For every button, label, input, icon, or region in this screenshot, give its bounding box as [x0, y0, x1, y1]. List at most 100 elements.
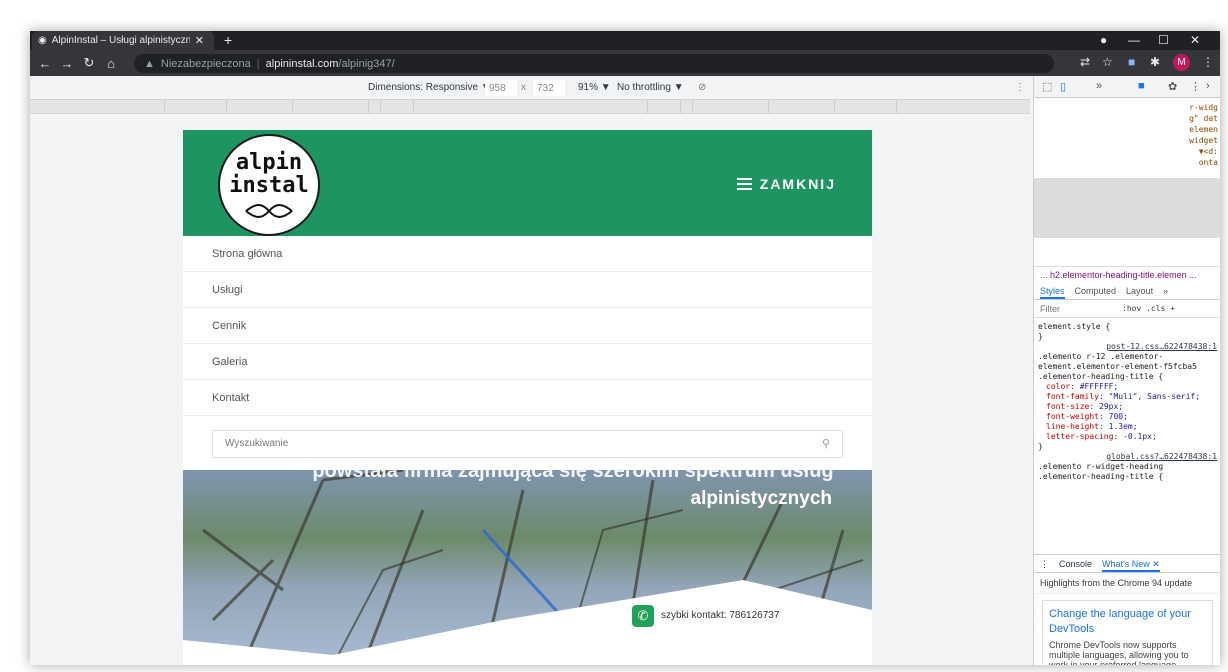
- nav-item-services[interactable]: Usługi: [183, 272, 872, 308]
- filter-input[interactable]: Filter: [1040, 304, 1060, 314]
- rule-source-link[interactable]: post-12.css…622478438:1: [1038, 342, 1217, 352]
- home-icon[interactable]: ⌂: [100, 56, 122, 71]
- devtools-toolbar: ⬚ ▯ » ■ ✿ ⋮ ›: [1034, 76, 1220, 98]
- nav-item-contact[interactable]: Kontakt: [183, 380, 872, 416]
- inspect-icon[interactable]: ⬚: [1042, 80, 1052, 93]
- nav-item-gallery[interactable]: Galeria: [183, 344, 872, 380]
- bookmark-star-icon[interactable]: ☆: [1102, 55, 1113, 69]
- dom-line: onta: [1198, 158, 1218, 167]
- devtools-menu-icon[interactable]: ⋮: [1190, 80, 1201, 93]
- css-prop-line[interactable]: color: #FFFFFF;: [1038, 382, 1217, 392]
- omnibox[interactable]: ▲ Niezabezpieczona | alpininstal.com/alp…: [134, 54, 1054, 73]
- elements-tree[interactable]: r-widg g" dat elemen widget ▼<d: onta: [1034, 98, 1220, 258]
- logo-line1: alpin: [235, 150, 303, 175]
- devtools-drawer: ⋮ Console What's New ✕ Highlights from t…: [1034, 554, 1220, 665]
- nav-menu: Strona główna Usługi Cennik Galeria Kont…: [183, 236, 872, 416]
- url-path: /alpinig347/: [338, 57, 395, 70]
- css-prop-line[interactable]: font-weight: 700;: [1038, 412, 1217, 422]
- browser-menu-icon[interactable]: ⋮: [1202, 55, 1214, 69]
- gear-icon[interactable]: ✿: [1168, 80, 1177, 93]
- rule-end: }: [1038, 332, 1043, 341]
- css-prop-line[interactable]: font-size: 29px;: [1038, 402, 1217, 412]
- card-body: Chrome DevTools now supports multiple la…: [1049, 640, 1189, 665]
- breadcrumb[interactable]: ... h2.elementor-heading-title.elemen ..…: [1034, 266, 1220, 282]
- translate-icon[interactable]: ⇄: [1080, 55, 1090, 69]
- hero-text-line1: powstała firma zajmująca się szerokim sp…: [312, 470, 834, 482]
- phone-icon[interactable]: ✆: [632, 605, 654, 627]
- rotate-icon[interactable]: ⊘: [698, 82, 706, 93]
- maximize-icon[interactable]: ☐: [1158, 31, 1169, 50]
- dom-line: elemen: [1189, 125, 1218, 134]
- browser-window: ◉ AlpinInstal – Usługi alpinistyczne ✕ +…: [30, 31, 1220, 665]
- security-label: Niezabezpieczona: [160, 57, 251, 70]
- tab-console[interactable]: Console: [1059, 555, 1092, 572]
- dom-line: r-widg: [1189, 103, 1218, 112]
- rope-knot-icon: [245, 204, 293, 218]
- avatar[interactable]: M: [1173, 54, 1190, 71]
- toolbar-more-icon[interactable]: ⋮: [1015, 82, 1025, 93]
- browser-tab[interactable]: ◉ AlpinInstal – Usługi alpinistyczne ✕: [32, 31, 214, 50]
- warning-icon: ▲: [144, 57, 155, 70]
- dom-line: g" dat: [1189, 114, 1218, 123]
- site-logo[interactable]: alpin instal: [218, 134, 320, 236]
- filter-tools[interactable]: :hov .cls +: [1122, 300, 1175, 318]
- device-toolbar: Dimensions: Responsive ▼ x 91% ▼ No thro…: [30, 76, 1030, 100]
- selected-node-highlight: [1034, 178, 1220, 238]
- hero-section: powstała firma zajmująca się szerokim sp…: [183, 470, 872, 665]
- page-viewport: alpin instal ZAMKNIJ Strona główna Usług…: [183, 130, 872, 665]
- width-input[interactable]: [485, 80, 517, 96]
- tab-computed[interactable]: Computed: [1075, 282, 1117, 299]
- search-input[interactable]: Wyszukiwanie ⚲: [212, 430, 843, 458]
- menu-toggle-button[interactable]: ZAMKNIJ: [736, 175, 836, 193]
- throttling-dropdown[interactable]: No throttling ▼: [617, 82, 684, 93]
- menu-toggle-label: ZAMKNIJ: [759, 176, 836, 192]
- nav-item-pricing[interactable]: Cennik: [183, 308, 872, 344]
- rule-source-link[interactable]: global.css?…622478438:1: [1038, 452, 1217, 462]
- tab-whats-new[interactable]: What's New ✕: [1102, 555, 1160, 572]
- new-tab-button[interactable]: +: [224, 31, 232, 50]
- css-rules: element.style { } post-12.css…622478438:…: [1034, 320, 1220, 568]
- times-sign: x: [521, 82, 526, 93]
- card-title[interactable]: Change the language of your DevTools: [1049, 607, 1206, 637]
- puzzle-icon[interactable]: ✱: [1150, 55, 1160, 69]
- site-header: alpin instal ZAMKNIJ: [183, 130, 872, 236]
- minimize-icon[interactable]: —: [1128, 31, 1140, 50]
- tab-more[interactable]: »: [1163, 282, 1168, 299]
- hamburger-icon: [736, 175, 752, 193]
- more-tabs-icon[interactable]: »: [1096, 80, 1102, 92]
- drawer-tabs: ⋮ Console What's New ✕: [1034, 555, 1220, 573]
- close-window-icon[interactable]: ✕: [1190, 31, 1200, 50]
- back-icon[interactable]: ←: [34, 56, 56, 71]
- close-devtools-icon[interactable]: ›: [1206, 80, 1210, 92]
- rule-element-style: element.style {: [1038, 322, 1111, 331]
- whats-new-heading: Highlights from the Chrome 94 update: [1034, 573, 1220, 594]
- quick-contact-text[interactable]: szybki kontakt: 786126737: [661, 610, 779, 621]
- url-host: alpininstal.com: [265, 57, 339, 70]
- height-input[interactable]: [533, 80, 565, 96]
- device-mode-icon[interactable]: ▯: [1060, 80, 1066, 93]
- css-prop-line[interactable]: font-family: "Muli", Sans-serif;: [1038, 392, 1217, 402]
- profile-download-icon[interactable]: ●: [1100, 31, 1107, 50]
- tab-styles[interactable]: Styles: [1040, 282, 1065, 299]
- css-prop-line[interactable]: letter-spacing: -0.1px;: [1038, 432, 1217, 442]
- styles-tabs: Styles Computed Layout »: [1034, 282, 1220, 300]
- rule-selector: .elemento r-12 .elementor-element.elemen…: [1038, 352, 1197, 381]
- issues-icon[interactable]: ■: [1138, 80, 1145, 92]
- tab-layout[interactable]: Layout: [1126, 282, 1153, 299]
- hero-text-line2: alpinistycznych: [690, 488, 833, 509]
- zoom-dropdown[interactable]: 91% ▼: [578, 82, 611, 93]
- dimensions-dropdown[interactable]: Dimensions: Responsive ▼: [368, 82, 491, 93]
- forward-icon[interactable]: →: [56, 56, 78, 71]
- rule-end: }: [1038, 442, 1043, 451]
- search-icon[interactable]: ⚲: [822, 431, 830, 457]
- tab-close-icon[interactable]: ✕: [195, 34, 204, 47]
- nav-item-home[interactable]: Strona główna: [183, 236, 872, 272]
- extension-icon[interactable]: ■: [1128, 55, 1135, 69]
- styles-filter[interactable]: Filter :hov .cls +: [1034, 300, 1220, 318]
- media-query-ruler[interactable]: [30, 100, 1030, 114]
- search-placeholder: Wyszukiwanie: [225, 438, 289, 449]
- drawer-menu-icon[interactable]: ⋮: [1040, 555, 1049, 572]
- css-prop-line[interactable]: line-height: 1.3em;: [1038, 422, 1217, 432]
- reload-icon[interactable]: ↻: [78, 55, 100, 71]
- whats-new-card[interactable]: Change the language of your DevTools Chr…: [1042, 600, 1213, 665]
